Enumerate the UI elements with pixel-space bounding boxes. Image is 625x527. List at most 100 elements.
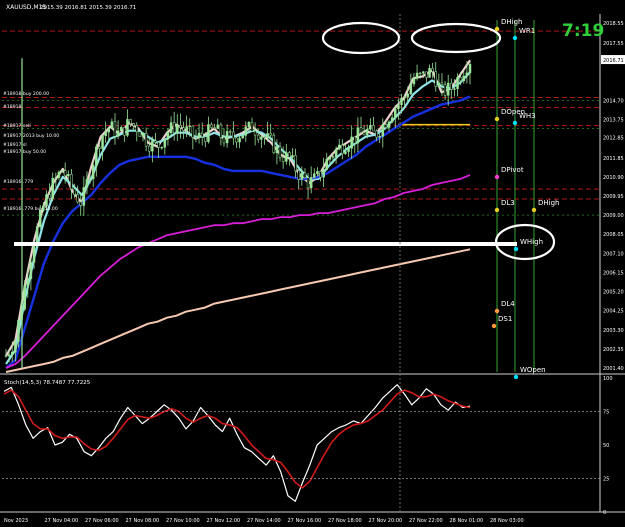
candle-body [123, 127, 126, 136]
candle-body [57, 171, 61, 178]
candle-body [431, 68, 434, 72]
candle-body [113, 121, 117, 137]
x-tick-label: 27 Nov 16:00 [288, 518, 322, 524]
x-tick-label: 28 Nov 03:00 [490, 518, 524, 524]
ohlc-readout: 2015.39 2016.81 2015.39 2016.71 [40, 5, 136, 11]
candle-body [378, 135, 381, 138]
candle-body [157, 142, 160, 148]
candle-body [225, 131, 229, 144]
y-tick-label: 2009.00 [603, 213, 624, 219]
candle-body [281, 157, 285, 162]
level-label: WOpen [520, 366, 546, 374]
candle-body [253, 130, 257, 136]
candle-body [263, 136, 266, 138]
candle-body [39, 210, 42, 227]
candle-body [334, 148, 338, 157]
candle-body [232, 131, 235, 139]
candle-body [453, 88, 456, 90]
y-tick-label: 2006.15 [603, 270, 624, 276]
candle-body [101, 135, 104, 149]
candle-body [95, 146, 98, 166]
candle-body [450, 82, 453, 90]
candle-body [241, 135, 244, 139]
level-label: DL3 [501, 199, 515, 207]
y-tick-label: 2009.95 [603, 194, 624, 200]
candle-body [216, 124, 220, 129]
candle-body [359, 127, 363, 133]
level-marker-dot [513, 374, 519, 380]
candle-body [278, 146, 282, 158]
candle-body [126, 119, 129, 136]
candle-body [191, 125, 195, 138]
level-label: DHigh [501, 18, 522, 26]
candle-body [260, 136, 263, 140]
candle-body [26, 278, 30, 287]
level-label: WH3 [519, 112, 536, 120]
candle-body [222, 137, 226, 144]
candle-body [337, 144, 341, 150]
candle-body [45, 194, 48, 207]
candle-body [309, 177, 313, 189]
candle-body [347, 148, 350, 152]
candle-body [70, 174, 73, 190]
candle-body [369, 125, 372, 130]
candle-body [456, 77, 459, 89]
x-tick-label: 27 Nov 20:00 [369, 518, 403, 524]
candle-body [387, 121, 391, 128]
candle-body [200, 132, 204, 137]
order-label: #18917 sl [3, 142, 27, 148]
candle-body [135, 125, 139, 133]
level-marker-dot [531, 207, 537, 213]
candle-body [415, 72, 419, 79]
candle-body [356, 127, 360, 144]
y-tick-label: 2003.30 [603, 328, 624, 334]
candle-body [73, 188, 76, 195]
chart-window: #18918 buy 200.00 #18918 #18917 sell #1891… [0, 0, 625, 527]
candle-body [400, 97, 403, 106]
candle-body [60, 170, 64, 173]
x-tick-label: 27 Nov 10:00 [166, 518, 200, 524]
candle-body [54, 177, 58, 179]
candle-body [247, 122, 251, 128]
candle-body [465, 72, 469, 77]
candle-body [132, 123, 135, 126]
candle-body [275, 146, 279, 154]
y-tick-label: 2012.85 [603, 136, 624, 142]
candle-body [188, 125, 191, 128]
candle-body [285, 152, 288, 162]
candle-body [313, 173, 316, 178]
candle-body [219, 124, 223, 138]
level-marker-dot [512, 35, 518, 41]
candle-body [163, 138, 167, 148]
y-tick-label: 2017.55 [603, 41, 624, 47]
candle-body [266, 133, 269, 138]
candle-body [17, 319, 20, 342]
candle-body [425, 71, 428, 78]
candle-body [67, 174, 70, 177]
level-marker-dot [491, 323, 497, 329]
candle-body [390, 117, 394, 123]
candle-body [403, 96, 406, 99]
candle-body [316, 171, 319, 174]
candle-body [244, 126, 248, 136]
y-tick-label: 2002.35 [603, 347, 624, 353]
y-tick-label: 2007.10 [603, 251, 624, 257]
candle-body [7, 354, 11, 357]
y-tick-label: 2010.90 [603, 175, 624, 181]
order-label: #18917 2013 buy 10.00 [3, 133, 59, 139]
candle-body [462, 75, 466, 81]
candle-body [428, 68, 431, 78]
candle-body [409, 83, 413, 95]
y-tick-label: 2011.85 [603, 156, 624, 162]
candle-body [344, 151, 347, 154]
stoch-tick-label: 50 [603, 443, 609, 449]
price-chart[interactable]: #18918 buy 200.00 #18918 #18917 sell #1891… [0, 0, 625, 527]
candle-body [98, 146, 101, 149]
candle-body [119, 127, 123, 132]
candle-body [303, 172, 307, 178]
candle-body [29, 262, 33, 280]
candle-body [144, 133, 148, 147]
candle-body [160, 146, 163, 149]
candle-body [365, 128, 369, 136]
candle-body [412, 78, 416, 85]
